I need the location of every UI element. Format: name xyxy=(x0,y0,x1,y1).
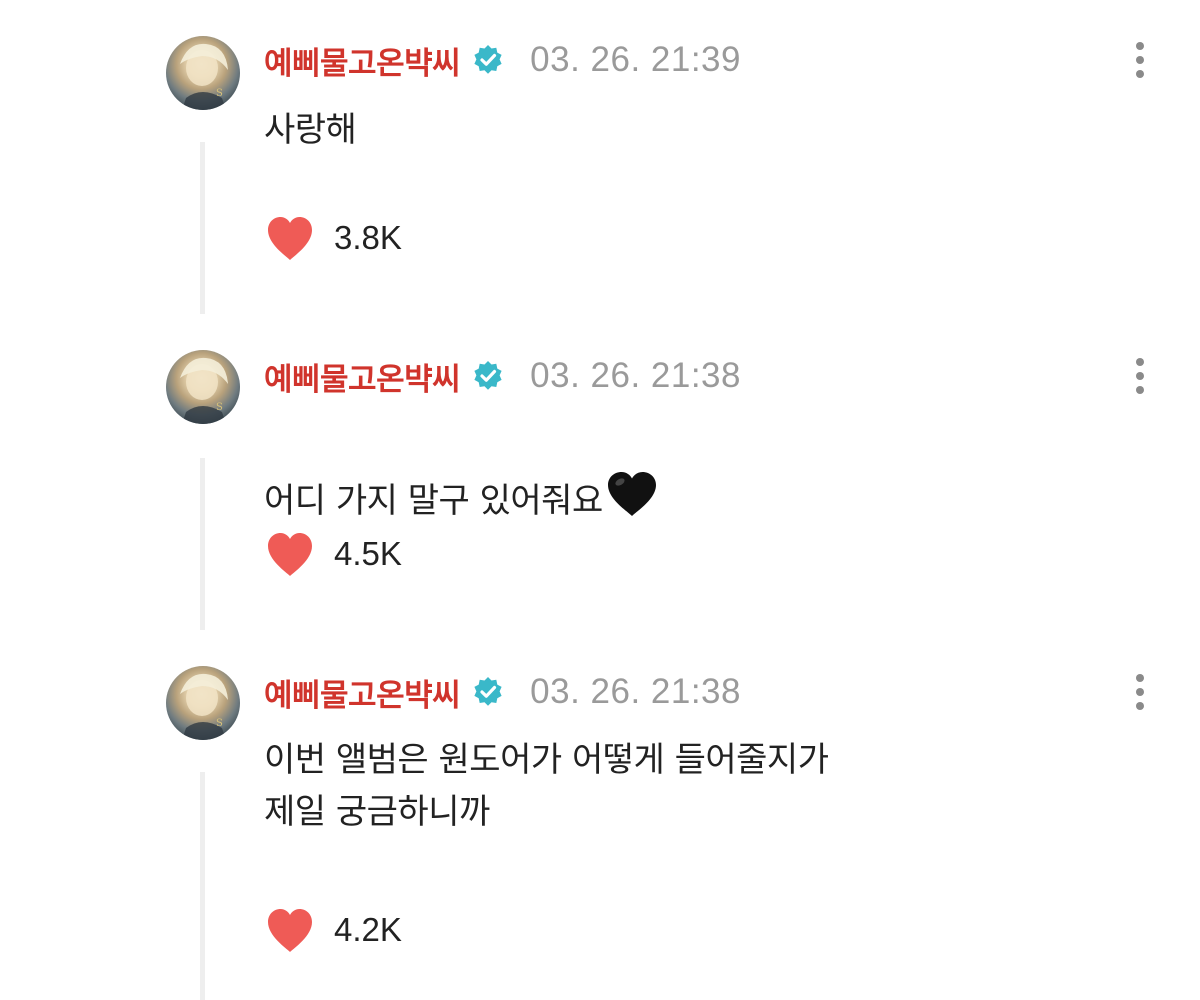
verified-badge-icon xyxy=(472,44,504,76)
heart-icon xyxy=(268,533,312,576)
more-options-button[interactable] xyxy=(1128,354,1152,398)
comment-text: 어디 가지 말구 있어줘요 xyxy=(264,481,603,521)
timestamp: 03. 26. 21:38 xyxy=(530,356,741,395)
thread-line xyxy=(200,142,205,314)
more-vertical-icon xyxy=(1136,674,1144,682)
comment-text-row: 어디 가지 말구 있어줘요 xyxy=(264,418,659,527)
more-options-button[interactable] xyxy=(1128,38,1152,82)
like-count: 4.2K xyxy=(334,911,402,948)
username[interactable]: 예삐물고온뱍씨 xyxy=(264,354,461,399)
svg-text:S: S xyxy=(216,718,223,729)
more-vertical-icon xyxy=(1136,42,1144,50)
like-button[interactable]: 3.8K xyxy=(264,212,402,264)
verified-badge-icon xyxy=(472,360,504,392)
thread-line xyxy=(200,458,205,630)
username[interactable]: 예삐물고온뱍씨 xyxy=(264,670,461,715)
comment-text: 이번 앨범은 원도어가 어떻게 들어줄지가 제일 궁금하니까 xyxy=(264,740,829,832)
timestamp: 03. 26. 21:39 xyxy=(530,40,741,79)
black-heart-emoji-icon xyxy=(607,472,656,516)
avatar[interactable]: S xyxy=(166,666,240,740)
like-button[interactable]: 4.5K xyxy=(264,528,402,580)
timestamp: 03. 26. 21:38 xyxy=(530,672,741,711)
like-button[interactable]: 4.2K xyxy=(264,904,402,956)
avatar[interactable]: S xyxy=(166,36,240,110)
comment-text: 사랑해 xyxy=(264,110,357,150)
thread-line xyxy=(200,772,205,1000)
like-count: 3.8K xyxy=(334,219,402,256)
comment-header: 예삐물고온뱍씨 03. 26. 21:38 xyxy=(264,670,741,714)
svg-text:S: S xyxy=(216,88,223,99)
heart-icon xyxy=(268,909,312,952)
verified-badge-icon xyxy=(472,676,504,708)
svg-text:S: S xyxy=(216,402,223,413)
comment-header: 예삐물고온뱍씨 03. 26. 21:38 xyxy=(264,354,741,398)
like-count: 4.5K xyxy=(334,535,402,572)
comment-header: 예삐물고온뱍씨 03. 26. 21:39 xyxy=(264,38,741,82)
more-vertical-icon xyxy=(1136,358,1144,366)
heart-icon xyxy=(268,217,312,260)
more-options-button[interactable] xyxy=(1128,670,1152,714)
avatar[interactable]: S xyxy=(166,350,240,424)
username[interactable]: 예삐물고온뱍씨 xyxy=(264,38,461,83)
